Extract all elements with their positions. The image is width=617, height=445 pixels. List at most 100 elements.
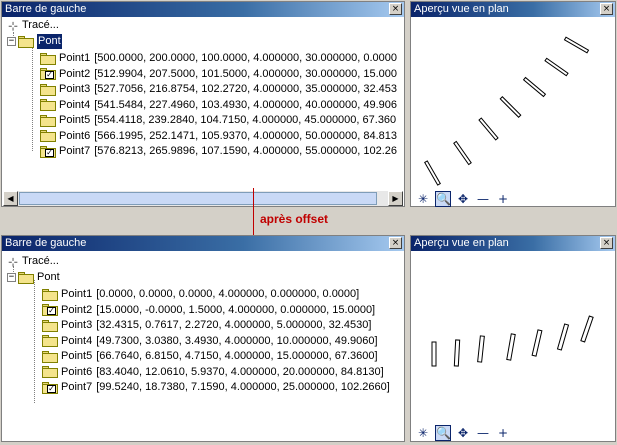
- close-icon: ×: [391, 238, 400, 248]
- bottom-right-title: Aperçu vue en plan: [414, 237, 509, 249]
- zoom-in-icon[interactable]: +: [495, 191, 511, 207]
- top-root-row[interactable]: − Pont: [7, 34, 62, 49]
- point-label: Point6: [61, 365, 93, 378]
- zoom-icon[interactable]: 🔍: [435, 191, 451, 207]
- tree-point-item[interactable]: ✓ Point7 [576.8213, 265.9896, 107.1590, 4.…: [40, 144, 397, 159]
- point-label: Point6: [59, 129, 91, 142]
- bottom-plan-toolbar: ✳ 🔍 ✥ — +: [415, 424, 511, 442]
- tree-point-item[interactable]: Point5 [66.7640, 6.8150, 4.7150, 4.000000…: [42, 349, 378, 364]
- snowflake-icon[interactable]: ✳: [415, 425, 431, 441]
- folder-checked-icon: ✓: [40, 145, 56, 158]
- bottom-right-close-button[interactable]: ×: [600, 237, 613, 249]
- plan-beam: [563, 36, 590, 54]
- bottom-right-titlebar: Aperçu vue en plan ×: [411, 236, 615, 251]
- point-values: [83.4040, 12.0610, 5.9370, 4.000000, 20.…: [96, 365, 384, 378]
- tree-point-item[interactable]: Point5 [554.4118, 239.2840, 104.7150, 4.0…: [40, 113, 396, 128]
- bottom-left-close-button[interactable]: ×: [389, 237, 402, 249]
- folder-icon: [42, 350, 58, 363]
- zoom-out-icon[interactable]: —: [475, 425, 491, 441]
- collapse-icon[interactable]: −: [7, 37, 16, 46]
- point-values: [0.0000, 0.0000, 0.0000, 4.000000, 0.000…: [96, 288, 360, 300]
- folder-checked-icon: ✓: [40, 68, 56, 80]
- bottom-trace-row[interactable]: ⊹ Tracé...: [6, 254, 59, 269]
- folder-open-icon: [18, 271, 34, 284]
- tree-point-item[interactable]: Point6 [566.1995, 252.1471, 105.9370, 4.0…: [40, 129, 397, 144]
- bottom-trace-label: Tracé...: [22, 255, 59, 267]
- plan-beam: [424, 160, 441, 186]
- tree-point-item[interactable]: Point3 [32.4315, 0.7617, 2.2720, 4.000000…: [42, 318, 371, 333]
- tree-point-item[interactable]: ✓ Point2 [15.0000, -0.0000, 1.5000, 4.0000…: [42, 303, 375, 318]
- top-left-title: Barre de gauche: [5, 3, 87, 15]
- tree-point-item[interactable]: ✓ Point7 [99.5240, 18.7380, 7.1590, 4.0000…: [42, 380, 390, 395]
- top-left-titlebar: Barre de gauche ×: [2, 2, 404, 17]
- close-icon: ×: [391, 4, 400, 14]
- bottom-tree: ⊹ Tracé... − Pont Point1 [0.0000, 0.0000,…: [2, 252, 404, 440]
- point-values: [500.0000, 200.0000, 100.0000, 4.000000,…: [94, 52, 397, 64]
- point-values: [541.5484, 227.4960, 103.4930, 4.000000,…: [94, 98, 397, 111]
- point-values: [15.0000, -0.0000, 1.5000, 4.000000, 0.0…: [96, 303, 376, 316]
- trace-icon: ⊹: [7, 254, 19, 269]
- folder-icon: [40, 99, 56, 111]
- bottom-right-panel: Aperçu vue en plan × ✳ 🔍 ✥ — +: [410, 235, 616, 442]
- tree-point-item[interactable]: Point3 [527.7056, 216.8754, 102.2720, 4.0…: [40, 82, 397, 97]
- pan-icon[interactable]: ✥: [455, 425, 471, 441]
- point-label: Point4: [59, 98, 91, 111]
- point-values: [566.1995, 252.1471, 105.9370, 4.000000,…: [94, 129, 397, 142]
- tree-point-item[interactable]: Point4 [541.5484, 227.4960, 103.4930, 4.0…: [40, 98, 397, 113]
- point-label: Point5: [61, 350, 93, 362]
- bottom-left-titlebar: Barre de gauche ×: [2, 236, 404, 251]
- plan-beam: [531, 329, 543, 357]
- point-values: [49.7300, 3.0380, 3.4930, 4.000000, 10.0…: [96, 334, 378, 347]
- tree-point-item[interactable]: ✓ Point2 [512.9904, 207.5000, 101.5000, 4.…: [40, 67, 397, 82]
- plan-beam: [478, 117, 499, 141]
- tree-point-item[interactable]: Point6 [83.4040, 12.0610, 5.9370, 4.00000…: [42, 365, 384, 380]
- top-trace-label: Tracé...: [22, 19, 59, 31]
- top-hscrollbar[interactable]: ◀ ▶: [3, 191, 403, 206]
- plan-beam: [453, 339, 461, 367]
- scroll-right-icon[interactable]: ▶: [388, 191, 403, 206]
- zoom-out-icon[interactable]: —: [475, 191, 491, 207]
- bottom-plan-view: [431, 315, 594, 367]
- folder-checked-icon: ✓: [42, 304, 58, 316]
- scroll-left-icon[interactable]: ◀: [3, 191, 18, 206]
- point-values: [32.4315, 0.7617, 2.2720, 4.000000, 5.00…: [96, 319, 372, 331]
- point-label: Point4: [61, 334, 93, 347]
- point-label: Point1: [59, 52, 91, 64]
- tree-point-item[interactable]: Point4 [49.7300, 3.0380, 3.4930, 4.000000…: [42, 334, 378, 349]
- top-plan-toolbar: ✳ 🔍 ✥ — +: [415, 190, 511, 208]
- folder-icon: [40, 130, 56, 142]
- collapse-icon[interactable]: −: [7, 273, 16, 282]
- scroll-thumb[interactable]: [19, 192, 377, 205]
- folder-icon: [40, 114, 56, 127]
- folder-icon: [42, 319, 58, 332]
- point-label: Point3: [59, 83, 91, 95]
- point-label: Point5: [59, 114, 91, 126]
- bottom-left-title: Barre de gauche: [5, 237, 87, 249]
- plan-beam: [522, 76, 547, 98]
- close-icon: ×: [602, 4, 611, 14]
- trace-icon: ⊹: [7, 18, 19, 33]
- close-icon: ×: [602, 238, 611, 248]
- point-values: [512.9904, 207.5000, 101.5000, 4.000000,…: [94, 67, 397, 80]
- point-values: [576.8213, 265.9896, 107.1590, 4.000000,…: [94, 145, 397, 157]
- point-values: [99.5240, 18.7380, 7.1590, 4.000000, 25.…: [96, 381, 390, 393]
- plan-beam: [580, 315, 594, 343]
- top-right-close-button[interactable]: ×: [600, 3, 613, 15]
- zoom-in-icon[interactable]: +: [495, 425, 511, 441]
- top-left-close-button[interactable]: ×: [389, 3, 402, 15]
- tree-point-item[interactable]: Point1 [500.0000, 200.0000, 100.0000, 4.0…: [40, 51, 397, 66]
- folder-icon: [40, 83, 56, 96]
- folder-icon: [42, 335, 58, 347]
- point-label: Point7: [61, 381, 93, 393]
- point-values: [66.7640, 6.8150, 4.7150, 4.000000, 15.0…: [96, 350, 378, 362]
- transition-label: après offset: [260, 212, 329, 226]
- bottom-root-row[interactable]: − Pont: [7, 270, 60, 285]
- pan-icon[interactable]: ✥: [455, 191, 471, 207]
- folder-icon: [42, 288, 58, 301]
- zoom-icon[interactable]: 🔍: [435, 425, 451, 441]
- point-label: Point2: [61, 303, 93, 316]
- tree-point-item[interactable]: Point1 [0.0000, 0.0000, 0.0000, 4.000000,…: [42, 287, 359, 302]
- top-trace-row[interactable]: ⊹ Tracé...: [6, 18, 59, 33]
- folder-icon: [42, 366, 58, 378]
- snowflake-icon[interactable]: ✳: [415, 191, 431, 207]
